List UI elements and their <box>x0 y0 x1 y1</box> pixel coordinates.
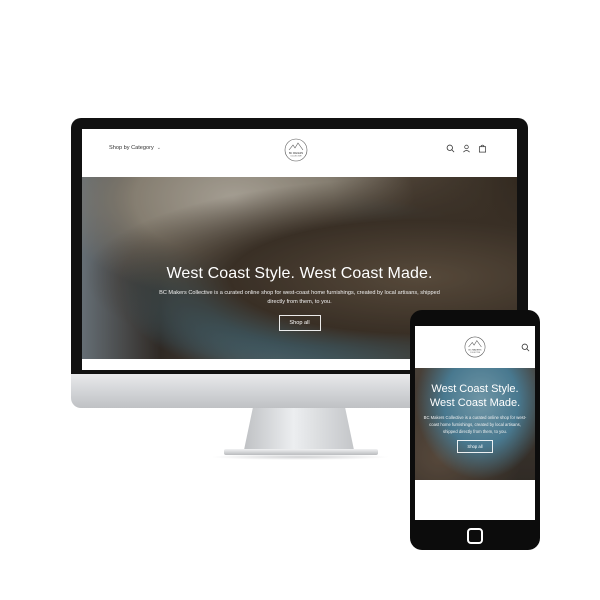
account-icon[interactable] <box>462 144 471 153</box>
mobile-hero-title: West Coast Style. West Coast Made. <box>429 383 521 409</box>
mobile-shop-all-button[interactable]: Shop all <box>457 440 493 453</box>
chevron-down-icon: ⌄ <box>156 145 161 151</box>
mobile-bc-makers-logo[interactable]: BC MAKERS COLLECTIVE <box>464 336 486 358</box>
shop-all-button[interactable]: Shop all <box>278 315 321 331</box>
header-icons <box>446 144 487 153</box>
mobile-phone: BC MAKERS COLLECTIVE West Coast Style. W… <box>410 310 540 550</box>
monitor-stand-shadow <box>210 454 390 460</box>
mobile-hero-description: BC Makers Collective is a curated online… <box>423 415 527 434</box>
hero-description: BC Makers Collective is a curated online… <box>159 290 440 305</box>
monitor-stand-neck <box>244 408 354 450</box>
mobile-hero-banner: West Coast Style. West Coast Made. BC Ma… <box>415 368 535 480</box>
cart-icon[interactable] <box>478 144 487 153</box>
mobile-logo-subtext: COLLECTIVE <box>470 352 481 354</box>
search-icon[interactable] <box>446 144 455 153</box>
hero-title: West Coast Style. West Coast Made. <box>166 265 433 282</box>
logo-text: BC MAKERS <box>289 152 303 155</box>
logo-subtext: COLLECTIVE <box>290 156 302 158</box>
home-button[interactable] <box>467 528 483 544</box>
mobile-logo-text: BC MAKERS <box>469 349 482 352</box>
bc-makers-logo[interactable]: BC MAKERS COLLECTIVE <box>284 138 308 162</box>
desktop-hero-content: West Coast Style. West Coast Made. BC Ma… <box>82 265 517 331</box>
mobile-hero-content: West Coast Style. West Coast Made. BC Ma… <box>415 382 535 453</box>
shop-by-category-menu[interactable]: Shop by Category ⌄ <box>109 145 161 151</box>
mobile-header: BC MAKERS COLLECTIVE <box>415 326 535 368</box>
desktop-header: Shop by Category ⌄ BC MAKERS COLLECTIVE <box>82 129 517 177</box>
mobile-screen: BC MAKERS COLLECTIVE West Coast Style. W… <box>415 326 535 520</box>
mobile-search-icon[interactable] <box>521 343 530 352</box>
shop-by-category-label: Shop by Category <box>109 145 154 151</box>
